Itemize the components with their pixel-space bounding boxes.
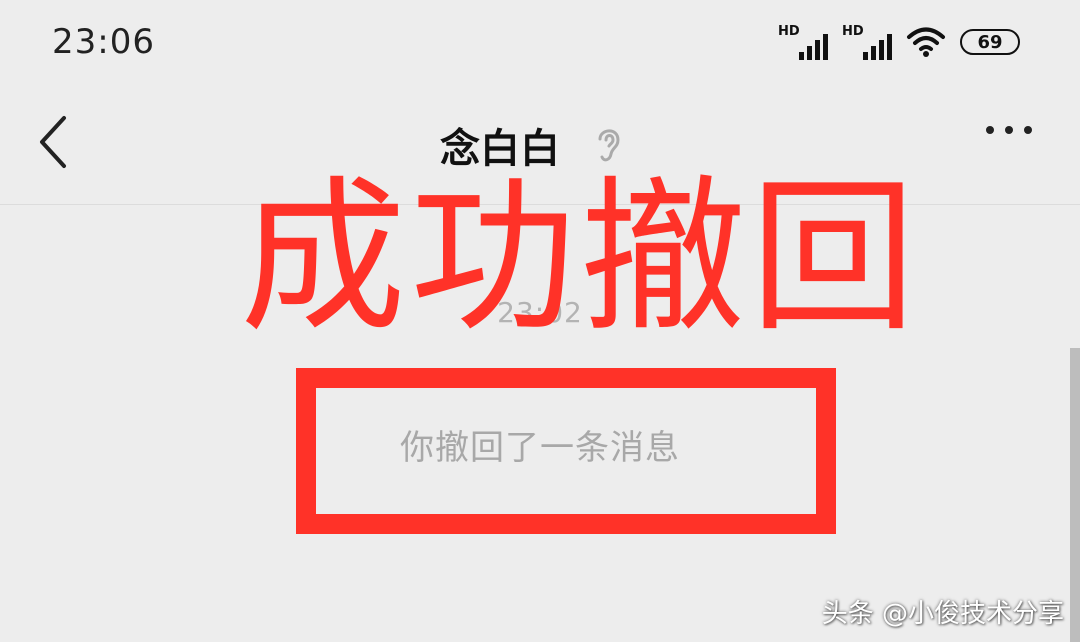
overlay-annotation-title: 成功撤回 [240, 162, 920, 355]
watermark: 头条 @小俊技术分享 [821, 599, 1064, 629]
more-button[interactable] [986, 126, 1032, 134]
signal-icon: HD [842, 24, 892, 60]
overlay-highlight-box [296, 368, 836, 534]
more-dot [1024, 126, 1032, 134]
status-bar: 23:06 HD HD 69 [0, 0, 1080, 90]
more-dot [986, 126, 994, 134]
scrollbar[interactable] [1070, 348, 1080, 642]
signal-icon: HD [778, 24, 828, 60]
hd-label: HD [842, 24, 864, 39]
wifi-icon [907, 27, 945, 57]
battery-level: 69 [977, 31, 1003, 53]
back-button[interactable] [30, 112, 80, 172]
hd-label: HD [778, 24, 800, 39]
ear-icon [598, 129, 620, 162]
battery-icon: 69 [960, 29, 1020, 55]
status-icons: HD HD 69 [778, 24, 1020, 60]
chevron-left-icon [40, 116, 66, 168]
status-time: 23:06 [52, 22, 155, 62]
more-dot [1005, 126, 1013, 134]
